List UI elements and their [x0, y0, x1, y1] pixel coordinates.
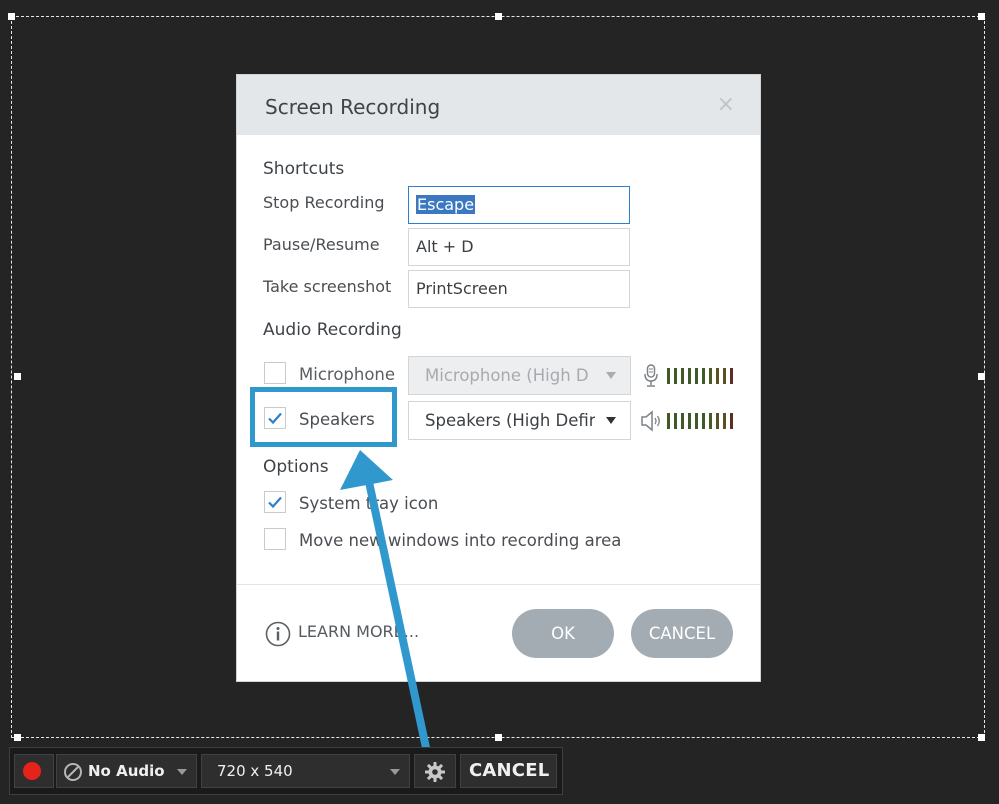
chevron-down-icon [177, 769, 187, 775]
settings-button[interactable] [414, 754, 456, 788]
audio-source-dropdown[interactable]: No Audio [56, 754, 197, 788]
recording-toolbar: No Audio 720 x 540 CANCEL [9, 747, 563, 795]
resolution-value: 720 x 540 [217, 762, 293, 780]
record-icon [23, 762, 41, 780]
record-button[interactable] [14, 754, 54, 788]
no-audio-icon [64, 763, 82, 781]
gear-icon [425, 762, 445, 782]
audio-source-label: No Audio [88, 762, 165, 780]
chevron-down-icon [390, 769, 400, 775]
callout-arrow-icon [340, 450, 432, 761]
toolbar-cancel-button[interactable]: CANCEL [460, 754, 557, 788]
resolution-dropdown[interactable]: 720 x 540 [201, 754, 410, 788]
toolbar-cancel-label: CANCEL [469, 760, 550, 781]
